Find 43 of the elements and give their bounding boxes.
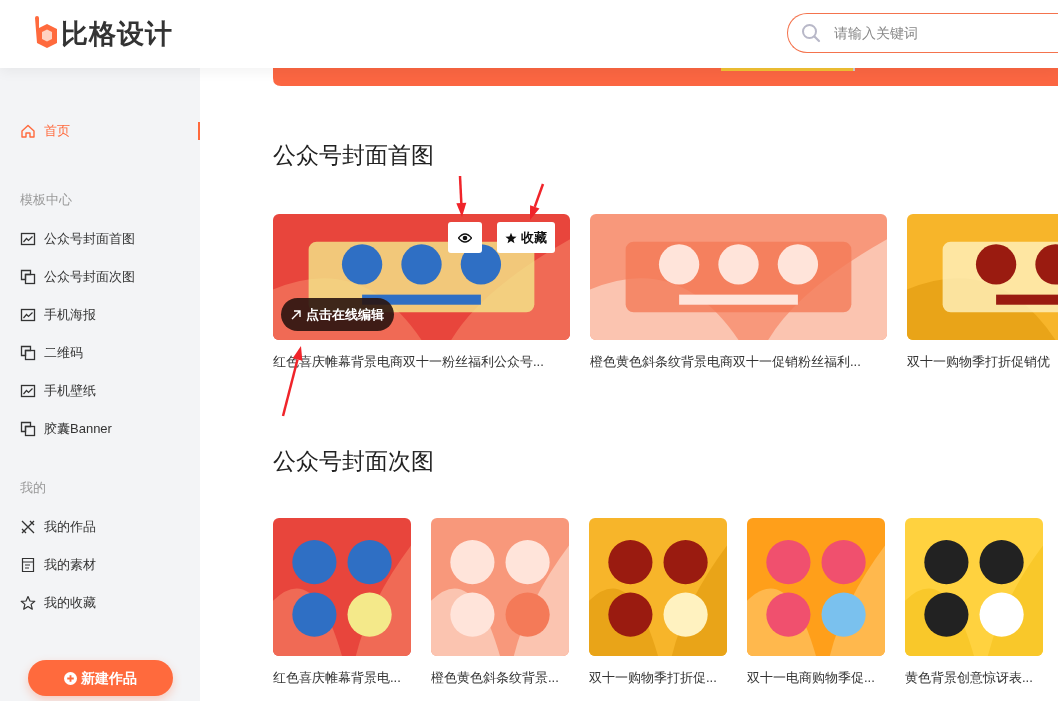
star-icon xyxy=(505,231,517,244)
search-icon xyxy=(801,23,821,43)
edit-online-button[interactable]: 点击在线编辑 xyxy=(281,298,394,331)
active-indicator xyxy=(198,122,200,140)
logo-text[interactable]: 比格设计 xyxy=(61,13,173,55)
copy-icon xyxy=(20,345,36,361)
template-caption[interactable]: 双十一购物季打折促销优 xyxy=(907,352,1058,372)
sidebar-item[interactable]: 我的作品 xyxy=(0,508,200,546)
copy-icon xyxy=(20,269,36,285)
template-caption[interactable]: 双十一电商购物季促... xyxy=(747,668,885,688)
section-title: 公众号封面次图 xyxy=(273,447,435,476)
sidebar-item[interactable]: 手机壁纸 xyxy=(0,372,200,410)
search-field[interactable]: 请输入关键词 xyxy=(787,13,1058,53)
preview-button[interactable] xyxy=(448,222,482,253)
annotation-arrow xyxy=(456,175,467,217)
sidebar-item[interactable]: 我的素材 xyxy=(0,546,200,584)
document-icon xyxy=(20,557,36,573)
star-icon xyxy=(20,595,36,611)
tools-icon xyxy=(20,519,36,535)
template-caption[interactable]: 双十一购物季打折促... xyxy=(589,668,727,688)
home-icon xyxy=(20,123,36,139)
favorite-button[interactable]: 收藏 xyxy=(497,222,555,253)
sidebar-item[interactable]: 我的收藏 xyxy=(0,584,200,622)
image-icon xyxy=(20,231,36,247)
sidebar-item[interactable]: 公众号封面首图 xyxy=(0,220,200,258)
template-caption[interactable]: 橙色黄色斜条纹背景电商双十一促销粉丝福利... xyxy=(590,352,887,372)
copy-icon xyxy=(20,421,36,437)
image-icon xyxy=(20,307,36,323)
image-icon xyxy=(20,383,36,399)
sidebar-item[interactable]: 二维码 xyxy=(0,334,200,372)
template-caption[interactable]: 红色喜庆帷幕背景电... xyxy=(273,668,411,688)
template-caption[interactable]: 黄色背景创意惊讶表... xyxy=(905,668,1043,688)
arrow-icon xyxy=(291,309,301,320)
template-caption[interactable]: 橙色黄色斜条纹背景... xyxy=(431,668,569,688)
section-label: 我的 xyxy=(19,479,47,498)
sidebar-item[interactable]: 胶囊Banner xyxy=(0,410,200,448)
sidebar-item[interactable]: 公众号封面次图 xyxy=(0,258,200,296)
section-title: 公众号封面首图 xyxy=(273,141,435,170)
section-label: 模板中心 xyxy=(19,191,73,210)
annotation-arrow xyxy=(530,183,545,220)
eye-icon xyxy=(458,232,472,243)
plus-circle-icon xyxy=(64,671,77,685)
sidebar-item[interactable]: 手机海报 xyxy=(0,296,200,334)
